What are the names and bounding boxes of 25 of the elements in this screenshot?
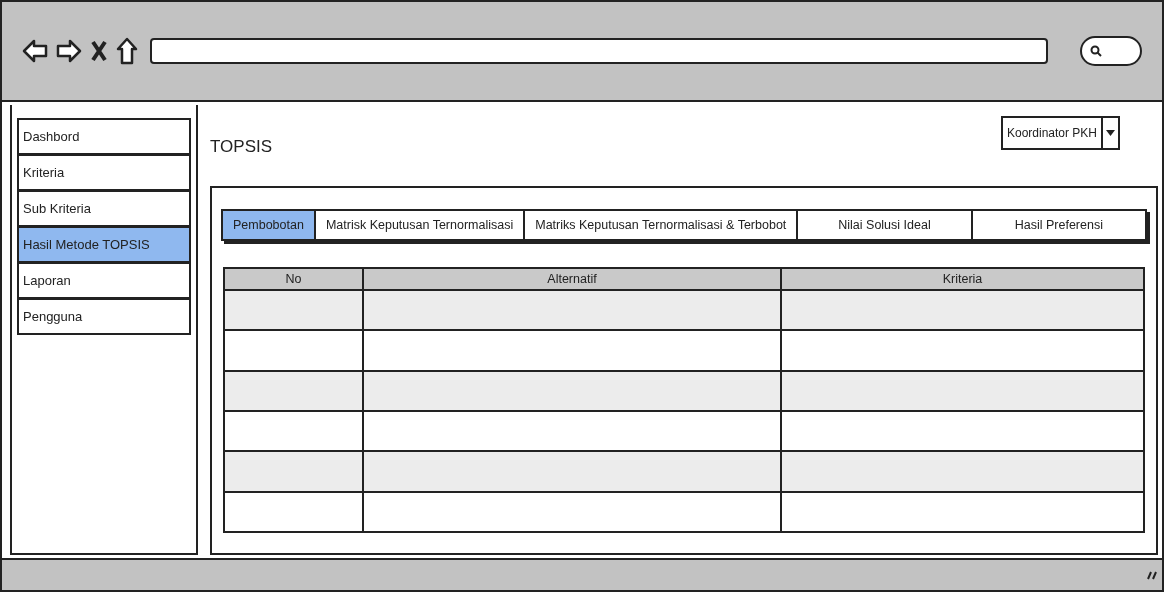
back-icon[interactable] [22, 38, 48, 64]
sidebar-item[interactable]: Hasil Metode TOPSIS [17, 226, 191, 263]
sidebar-item[interactable]: Sub Kriteria [17, 190, 191, 227]
role-dropdown[interactable]: Koordinator PKH [1000, 116, 1120, 150]
search-icon [1090, 45, 1102, 57]
tab[interactable]: Nilai Solusi Ideal [796, 209, 973, 241]
column-header: Kriteria [780, 269, 1143, 289]
close-icon[interactable] [90, 40, 108, 62]
home-icon[interactable] [116, 37, 138, 65]
tab[interactable]: Hasil Preferensi [970, 209, 1147, 241]
address-field[interactable] [150, 38, 1048, 64]
forward-icon[interactable] [56, 38, 82, 64]
caret-icon [1106, 130, 1115, 136]
search-button[interactable] [1080, 36, 1142, 66]
sidebar-item[interactable]: Pengguna [17, 298, 191, 335]
tab[interactable]: Matriks Keputusan Ternormalisasi & Terbobot [523, 209, 799, 241]
sidebar-item[interactable]: Kriteria [17, 154, 191, 191]
sidebar-item[interactable]: Dashbord [17, 118, 191, 155]
tab[interactable]: Matrisk Keputusan Ternormalisasi [313, 209, 526, 241]
resize-handle-icon[interactable] [1146, 569, 1158, 581]
sidebar-item[interactable]: Laporan [17, 262, 191, 299]
column-header: Alternatif [362, 269, 780, 289]
tab[interactable]: Pembobotan [221, 209, 316, 241]
column-header: No [284, 270, 303, 288]
page-title: TOPSIS [210, 136, 273, 158]
